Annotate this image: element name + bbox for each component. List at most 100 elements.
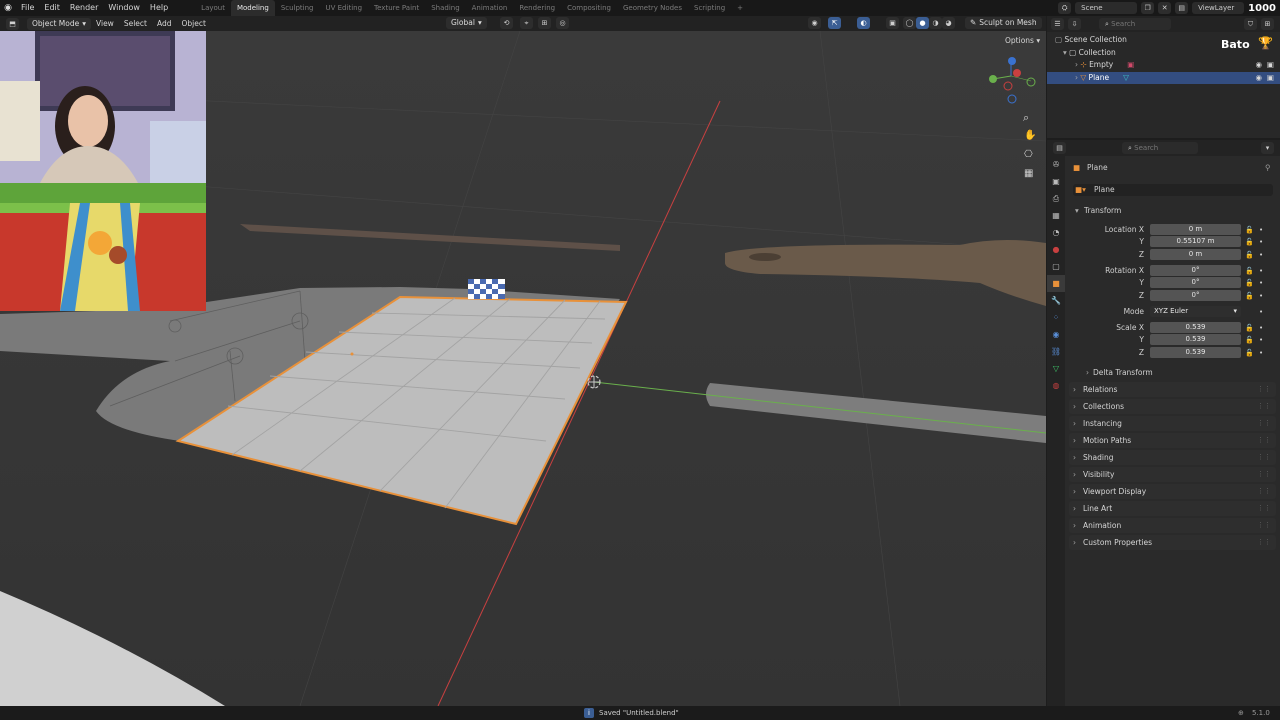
lock-icon[interactable]: 🔓: [1245, 347, 1254, 359]
keyframe-dot-icon[interactable]: •: [1259, 306, 1263, 318]
particles-tab-icon[interactable]: ⁘: [1047, 309, 1065, 326]
scene-tab-icon[interactable]: ◔: [1047, 224, 1065, 241]
panel-instancing[interactable]: › Instancing ⋮⋮: [1069, 416, 1276, 431]
solid-shading-icon[interactable]: ●: [916, 17, 929, 29]
overlay-toggle-icon[interactable]: ◐: [857, 17, 870, 29]
rendered-shading-icon[interactable]: ◕: [942, 17, 955, 29]
view-menu[interactable]: View: [91, 16, 119, 31]
menu-file[interactable]: File: [16, 0, 39, 16]
panel-viewport-display[interactable]: › Viewport Display ⋮⋮: [1069, 484, 1276, 499]
menu-window[interactable]: Window: [103, 0, 145, 16]
tab-shading[interactable]: Shading: [425, 0, 465, 16]
keyframe-dot-icon[interactable]: •: [1259, 290, 1263, 302]
panel-visibility[interactable]: › Visibility ⋮⋮: [1069, 467, 1276, 482]
close-scene-icon[interactable]: ✕: [1158, 2, 1172, 14]
keyframe-dot-icon[interactable]: •: [1259, 322, 1263, 334]
keyframe-dot-icon[interactable]: •: [1259, 334, 1263, 346]
constraints-tab-icon[interactable]: ⛓: [1047, 343, 1065, 360]
tab-scripting[interactable]: Scripting: [688, 0, 731, 16]
menu-help[interactable]: Help: [145, 0, 173, 16]
keyframe-dot-icon[interactable]: •: [1259, 277, 1263, 289]
view-layer-field[interactable]: ViewLayer: [1192, 2, 1245, 14]
data-tab-icon[interactable]: ▽: [1047, 360, 1065, 377]
view-layer-tab-icon[interactable]: ▦: [1047, 207, 1065, 224]
drag-grip-icon[interactable]: ⋮⋮: [1257, 450, 1271, 465]
tree-row-empty[interactable]: › ⊹ Empty ▣ ◉ ▣: [1047, 59, 1280, 71]
properties-search-input[interactable]: ⌕ Search: [1122, 142, 1198, 154]
drag-grip-icon[interactable]: ⋮⋮: [1257, 416, 1271, 431]
object-tab-icon[interactable]: ■: [1047, 275, 1065, 292]
drag-grip-icon[interactable]: ⋮⋮: [1257, 484, 1271, 499]
tab-texture-paint[interactable]: Texture Paint: [368, 0, 425, 16]
drag-grip-icon[interactable]: ⋮⋮: [1257, 518, 1271, 533]
properties-editor-icon[interactable]: ▤: [1053, 142, 1066, 154]
rotation-mode-dropdown[interactable]: XYZ Euler ▾: [1150, 306, 1241, 317]
scale-x-field[interactable]: 0.539: [1150, 322, 1241, 333]
keyframe-dot-icon[interactable]: •: [1259, 249, 1263, 261]
keyframe-dot-icon[interactable]: •: [1259, 265, 1263, 277]
snap-target-icon[interactable]: ⊞: [538, 17, 551, 29]
perspective-grid-icon[interactable]: ▦: [1024, 168, 1033, 179]
xray-icon[interactable]: ▣: [886, 17, 899, 29]
lock-icon[interactable]: 🔓: [1245, 265, 1254, 277]
new-collection-icon[interactable]: ⊞: [1261, 18, 1274, 30]
tab-uv-editing[interactable]: UV Editing: [320, 0, 369, 16]
camera-view-icon[interactable]: ⎔: [1024, 149, 1033, 160]
tab-animation[interactable]: Animation: [466, 0, 514, 16]
visibility-eye-icon[interactable]: ◉: [1255, 72, 1262, 84]
keyframe-dot-icon[interactable]: •: [1259, 347, 1263, 359]
rotation-y-field[interactable]: 0°: [1150, 277, 1241, 288]
menu-edit[interactable]: Edit: [39, 0, 65, 16]
panel-relations[interactable]: › Relations ⋮⋮: [1069, 382, 1276, 397]
options-chevron-icon[interactable]: ▾: [1261, 142, 1274, 154]
scene-field[interactable]: Scene: [1075, 2, 1138, 14]
blender-logo-icon[interactable]: ◉: [0, 0, 16, 16]
modifier-tab-icon[interactable]: 🔧: [1047, 292, 1065, 309]
world-tab-icon[interactable]: ●: [1047, 241, 1065, 258]
panel-collections[interactable]: › Collections ⋮⋮: [1069, 399, 1276, 414]
location-z-field[interactable]: 0 m: [1150, 249, 1241, 260]
tab-sculpting[interactable]: Sculpting: [275, 0, 320, 16]
rotation-x-field[interactable]: 0°: [1150, 265, 1241, 276]
orientation-dropdown[interactable]: Global ▾: [446, 17, 487, 29]
zoom-icon[interactable]: ⌕: [1023, 111, 1029, 125]
add-menu[interactable]: Add: [152, 16, 177, 31]
drag-grip-icon[interactable]: ⋮⋮: [1257, 535, 1271, 550]
proportional-edit-icon[interactable]: ◎: [556, 17, 569, 29]
lock-icon[interactable]: 🔓: [1245, 224, 1254, 236]
delta-transform-header[interactable]: › Delta Transform: [1065, 367, 1280, 379]
visibility-icon[interactable]: ◉: [808, 17, 821, 29]
tool-tab-icon[interactable]: ✇: [1047, 156, 1065, 173]
pivot-icon[interactable]: ⟲: [500, 17, 513, 29]
pan-hand-icon[interactable]: ✋: [1024, 130, 1036, 141]
render-camera-icon[interactable]: ▣: [1267, 72, 1274, 84]
display-mode-icon[interactable]: ⇩: [1068, 18, 1081, 30]
add-workspace-button[interactable]: +: [731, 0, 749, 16]
drag-grip-icon[interactable]: ⋮⋮: [1257, 382, 1271, 397]
options-dropdown[interactable]: Options ▾: [1000, 33, 1045, 48]
outliner-editor-icon[interactable]: ☰: [1051, 18, 1064, 30]
scene-icon[interactable]: ⛭: [1058, 2, 1072, 14]
tab-geometry-nodes[interactable]: Geometry Nodes: [617, 0, 688, 16]
sculpt-on-mesh-button[interactable]: ✎ Sculpt on Mesh: [965, 17, 1042, 29]
tab-layout[interactable]: Layout: [195, 0, 231, 16]
drag-grip-icon[interactable]: ⋮⋮: [1257, 399, 1271, 414]
pin-icon[interactable]: ⚲: [1265, 162, 1271, 174]
rotation-z-field[interactable]: 0°: [1150, 290, 1241, 301]
lock-icon[interactable]: 🔓: [1245, 277, 1254, 289]
keyframe-dot-icon[interactable]: •: [1259, 236, 1263, 248]
material-shading-icon[interactable]: ◑: [929, 17, 942, 29]
drag-grip-icon[interactable]: ⋮⋮: [1257, 501, 1271, 516]
collection-tab-icon[interactable]: ▢: [1047, 258, 1065, 275]
lock-icon[interactable]: 🔓: [1245, 322, 1254, 334]
copy-scene-icon[interactable]: ❐: [1141, 2, 1155, 14]
wireframe-shading-icon[interactable]: ◯: [903, 17, 916, 29]
scale-y-field[interactable]: 0.539: [1150, 334, 1241, 345]
location-y-field[interactable]: 0.55107 m: [1150, 236, 1241, 247]
drag-grip-icon[interactable]: ⋮⋮: [1257, 433, 1271, 448]
tree-row-plane[interactable]: › ▽ Plane ▽ ◉ ▣: [1047, 72, 1280, 84]
mode-dropdown[interactable]: Object Mode ▾: [27, 17, 92, 30]
physics-tab-icon[interactable]: ◉: [1047, 326, 1065, 343]
tab-compositing[interactable]: Compositing: [561, 0, 617, 16]
object-menu[interactable]: Object: [177, 16, 211, 31]
